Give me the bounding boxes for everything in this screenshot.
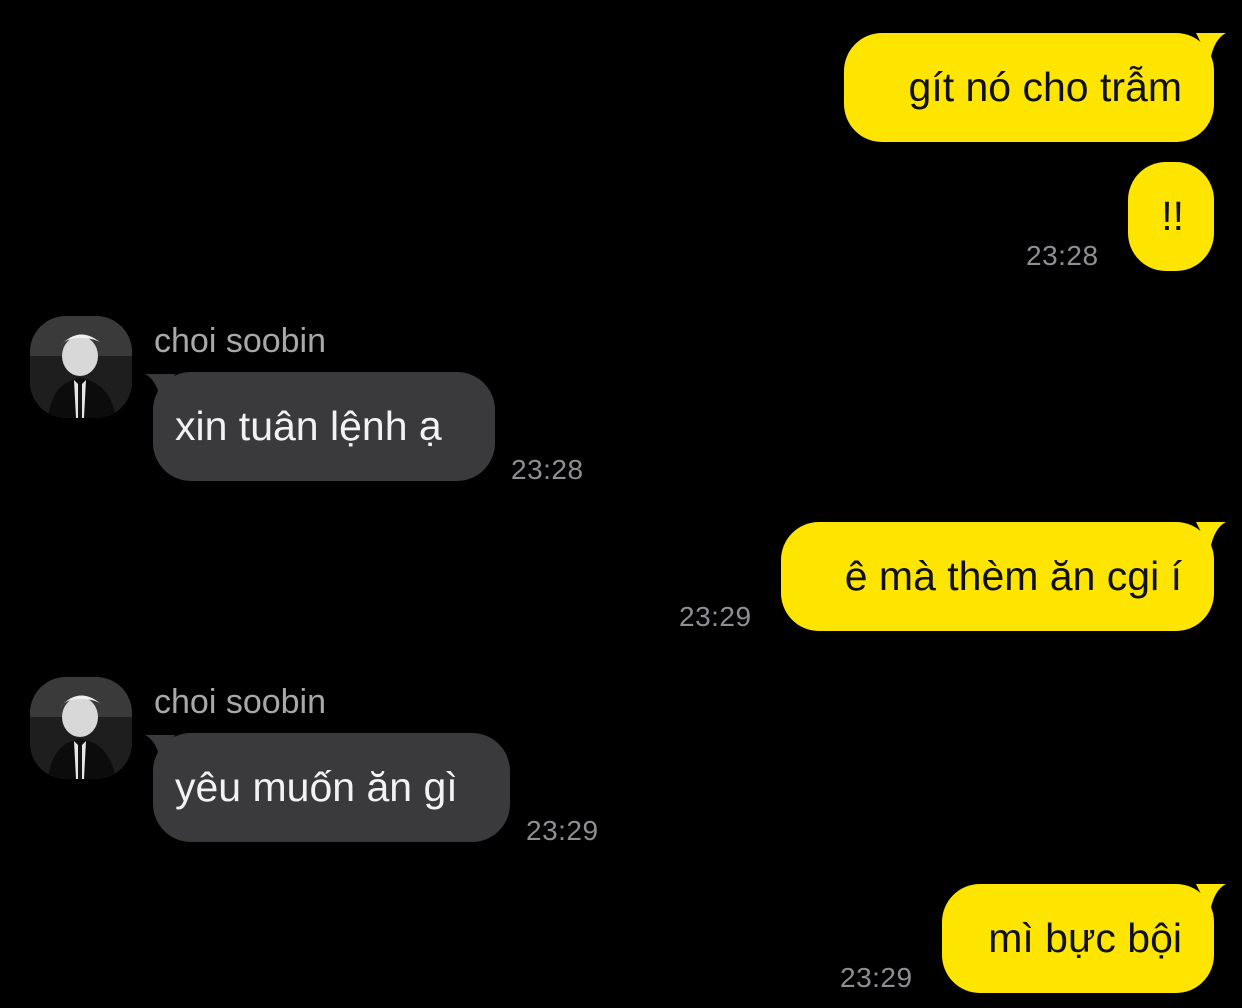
sender-name: choi soobin bbox=[154, 322, 327, 360]
profile-photo-icon bbox=[30, 316, 132, 418]
message-text: gít nó cho trẫm bbox=[908, 64, 1182, 110]
avatar[interactable] bbox=[30, 677, 132, 779]
message-timestamp: 23:28 bbox=[1026, 240, 1099, 271]
bubble-tail-icon bbox=[1196, 33, 1226, 61]
message-text: mì bực bội bbox=[988, 915, 1182, 961]
message-timestamp: 23:29 bbox=[679, 601, 752, 632]
message-bubble-outgoing[interactable]: !! bbox=[1128, 162, 1214, 271]
message-text: ê mà thèm ăn cgi í bbox=[844, 553, 1182, 599]
bubble-tail-icon bbox=[1196, 522, 1226, 550]
profile-photo-icon bbox=[30, 677, 132, 779]
avatar[interactable] bbox=[30, 316, 132, 418]
message-bubble-outgoing[interactable]: gít nó cho trẫm bbox=[844, 33, 1214, 142]
bubble-tail-icon bbox=[1196, 884, 1226, 912]
message-bubble-incoming[interactable]: yêu muốn ăn gì bbox=[153, 733, 510, 842]
message-bubble-outgoing[interactable]: mì bực bội bbox=[942, 884, 1214, 993]
sender-name: choi soobin bbox=[154, 683, 327, 721]
message-text: !! bbox=[1161, 193, 1184, 239]
message-text: yêu muốn ăn gì bbox=[175, 764, 458, 810]
message-text: xin tuân lệnh ạ bbox=[175, 403, 442, 449]
message-bubble-incoming[interactable]: xin tuân lệnh ạ bbox=[153, 372, 495, 481]
message-timestamp: 23:29 bbox=[840, 962, 913, 993]
message-bubble-outgoing[interactable]: ê mà thèm ăn cgi í bbox=[781, 522, 1214, 631]
message-timestamp: 23:29 bbox=[526, 815, 599, 846]
message-timestamp: 23:28 bbox=[511, 454, 584, 485]
